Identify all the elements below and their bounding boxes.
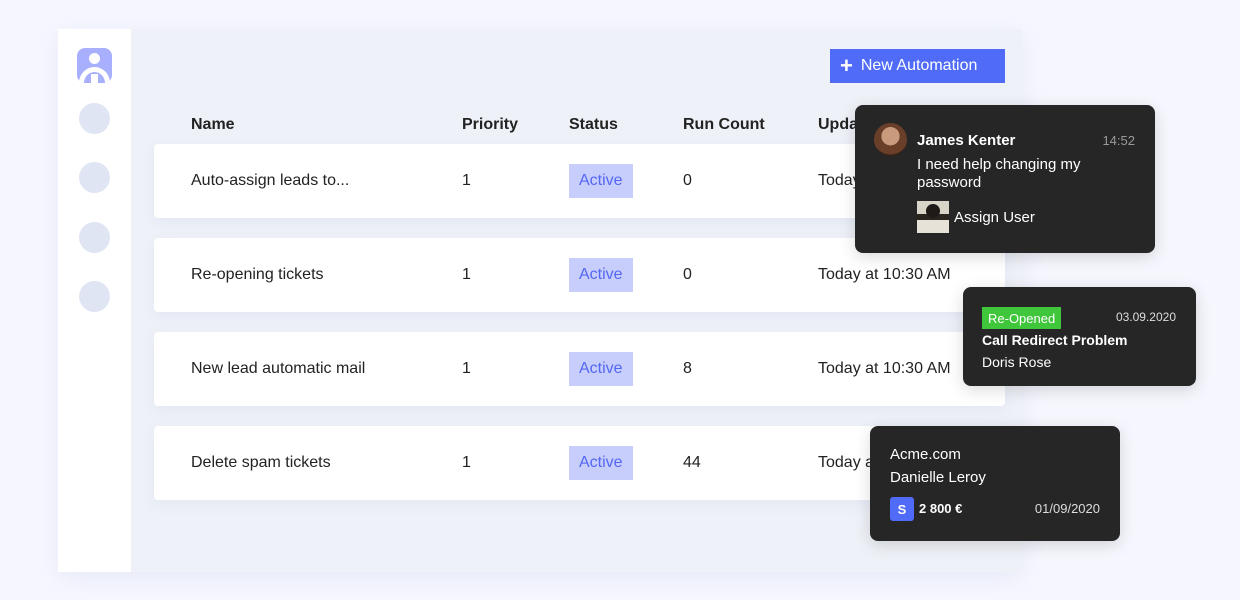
ticket-date: 03.09.2020 bbox=[1115, 310, 1176, 324]
row-name: New lead automatic mail bbox=[191, 360, 366, 377]
row-priority: 1 bbox=[462, 172, 471, 189]
avatar bbox=[874, 123, 907, 156]
plus-icon: + bbox=[840, 53, 853, 78]
chat-time: 14:52 bbox=[1102, 133, 1135, 148]
row-name: Auto-assign leads to... bbox=[191, 172, 350, 189]
deal-stage-badge: S bbox=[890, 497, 914, 521]
ticket-person: Doris Rose bbox=[982, 354, 1052, 370]
row-priority: 1 bbox=[462, 266, 471, 283]
column-header-run-count[interactable]: Run Count bbox=[683, 116, 765, 134]
sidebar-nav-item-2[interactable] bbox=[79, 162, 110, 193]
status-badge: Active bbox=[569, 352, 633, 386]
chat-sender-name: James Kenter bbox=[917, 132, 1016, 149]
deal-card[interactable]: Acme.com Danielle Leroy S 2 800 € 01/09/… bbox=[870, 426, 1120, 541]
user-logo-icon[interactable] bbox=[77, 48, 112, 83]
ticket-card[interactable]: Re-Opened 03.09.2020 Call Redirect Probl… bbox=[963, 287, 1196, 386]
row-priority: 1 bbox=[462, 454, 471, 471]
row-run-count: 0 bbox=[683, 172, 692, 189]
row-run-count: 8 bbox=[683, 360, 692, 377]
row-name: Delete spam tickets bbox=[191, 454, 331, 471]
table-row[interactable]: New lead automatic mail 1 Active 8 Today… bbox=[154, 332, 1005, 406]
assignee-avatar bbox=[917, 201, 949, 233]
row-run-count: 44 bbox=[683, 454, 701, 471]
new-automation-button[interactable]: + New Automation bbox=[830, 49, 1005, 83]
deal-date: 01/09/2020 bbox=[1034, 501, 1100, 516]
column-header-priority[interactable]: Priority bbox=[462, 116, 518, 134]
row-updated: Today at 10:30 AM bbox=[818, 360, 951, 377]
sidebar bbox=[58, 29, 131, 572]
chat-message-card[interactable]: James Kenter 14:52 I need help changing … bbox=[855, 105, 1155, 253]
row-priority: 1 bbox=[462, 360, 471, 377]
new-automation-label: New Automation bbox=[860, 57, 978, 74]
row-run-count: 0 bbox=[683, 266, 692, 283]
deal-contact: Danielle Leroy bbox=[890, 469, 986, 486]
column-header-status[interactable]: Status bbox=[569, 116, 618, 134]
sidebar-nav-item-4[interactable] bbox=[79, 281, 110, 312]
assign-user-button[interactable]: Assign User bbox=[917, 201, 1035, 233]
ticket-title: Call Redirect Problem bbox=[982, 332, 1128, 348]
row-name: Re-opening tickets bbox=[191, 266, 324, 283]
sidebar-nav-item-3[interactable] bbox=[79, 222, 110, 253]
sidebar-nav-item-1[interactable] bbox=[79, 103, 110, 134]
status-badge: Active bbox=[569, 446, 633, 480]
deal-company: Acme.com bbox=[890, 446, 961, 463]
chat-message: I need help changing my password bbox=[917, 156, 1081, 191]
status-badge: Active bbox=[569, 164, 633, 198]
ticket-status-tag: Re-Opened bbox=[982, 307, 1062, 329]
assign-user-label: Assign User bbox=[954, 208, 1035, 226]
deal-amount: 2 800 € bbox=[919, 501, 963, 516]
column-header-name[interactable]: Name bbox=[191, 116, 235, 134]
status-badge: Active bbox=[569, 258, 633, 292]
